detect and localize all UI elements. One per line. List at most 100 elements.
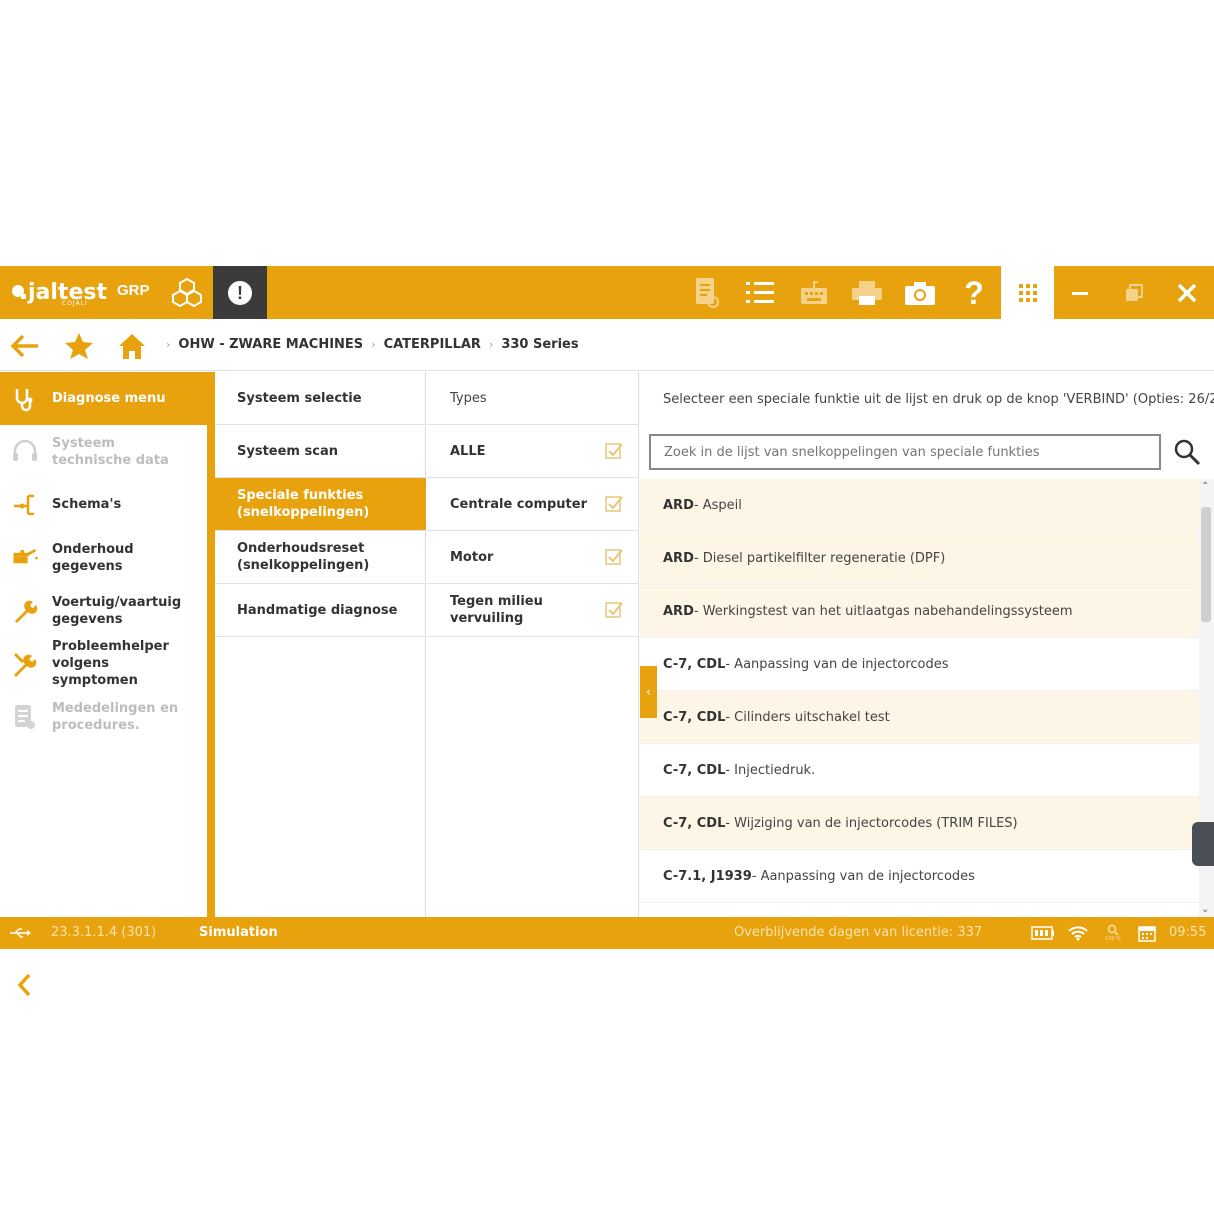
usb-icon: [8, 923, 32, 943]
scroll-up-icon[interactable]: ⌃: [1201, 481, 1209, 492]
sidebar: Diagnose menu Systeem technische data Sc…: [0, 372, 207, 997]
logo-mark-icon: [12, 285, 26, 299]
function-description: - Diesel partikelfilter regeneratie (DPF…: [693, 550, 946, 566]
apps-grid-button[interactable]: [1001, 266, 1054, 319]
sidebar-item-label: Schema's: [52, 497, 122, 512]
breadcrumb-item[interactable]: OHW - ZWARE MACHINES: [178, 337, 363, 352]
breadcrumb-item[interactable]: 330 Series: [501, 337, 578, 352]
selection-item-manual-diagnosis[interactable]: Handmatige diagnose: [215, 584, 426, 637]
favorites-star-icon[interactable]: [64, 331, 94, 361]
function-description: - Injectiedruk.: [725, 762, 816, 778]
sidebar-item-label: Onderhoud gegevens: [52, 541, 134, 574]
breadcrumb-item[interactable]: CATERPILLAR: [384, 337, 481, 352]
zoom-level-indicator: 100 %: [1101, 923, 1125, 943]
navigation-bar: › OHW - ZWARE MACHINES › CATERPILLAR › 3…: [0, 319, 1214, 371]
restore-button[interactable]: [1114, 274, 1154, 312]
side-drawer-tab[interactable]: [1192, 822, 1214, 866]
type-filter-item[interactable]: Motor: [427, 531, 639, 584]
type-filter-item[interactable]: ALLE: [427, 425, 639, 478]
type-filter-label: Tegen milieu vervuiling: [450, 594, 543, 626]
sidebar-divider: [207, 372, 215, 917]
function-code: ARD: [663, 497, 694, 513]
logo-subtext: COJALI: [62, 300, 88, 307]
oil-can-icon: [10, 543, 40, 573]
list-item[interactable]: C-7, CDL - Cilinders uitschakel test: [640, 691, 1200, 744]
camera-icon[interactable]: [901, 274, 939, 312]
function-code: ARD: [663, 550, 694, 566]
scrollbar-thumb[interactable]: [1201, 507, 1211, 622]
checkbox-checked-icon[interactable]: [605, 495, 623, 513]
function-code: C-7, CDL: [663, 656, 726, 672]
scroll-down-icon[interactable]: ⌄: [1201, 904, 1209, 915]
list-icon[interactable]: [741, 274, 779, 312]
sidebar-item-diagnose-menu[interactable]: Diagnose menu: [0, 372, 207, 425]
list-item[interactable]: C-7.1, J1939 - Aanpassing van de injecto…: [640, 850, 1200, 903]
wifi-icon: [1066, 923, 1090, 943]
document-search-icon[interactable]: [688, 274, 726, 312]
document-icon: [10, 702, 40, 732]
list-item[interactable]: C-7, CDL - Wijziging van de injectorcode…: [640, 797, 1200, 850]
exclamation-icon: !: [228, 280, 252, 305]
schema-icon: [10, 490, 40, 520]
selection-item-special-functions[interactable]: Speciale funkties (snelkoppelingen): [215, 478, 426, 531]
diagnose-icon: [10, 384, 40, 414]
function-code: ARD: [663, 603, 694, 619]
sidebar-item-system-tech-data[interactable]: Systeem technische data: [0, 425, 207, 478]
function-description: - Aanpassing van de injectorcodes: [725, 656, 949, 672]
type-filter-label: Motor: [450, 549, 494, 565]
breadcrumb: › OHW - ZWARE MACHINES › CATERPILLAR › 3…: [166, 337, 579, 352]
type-filter-label: Centrale computer: [450, 496, 587, 512]
type-filter-item[interactable]: Tegen milieu vervuiling: [427, 584, 639, 637]
version-text: 23.3.1.1.4 (301): [51, 925, 157, 940]
selection-item-system-scan[interactable]: Systeem scan: [215, 425, 426, 478]
cubes-icon[interactable]: [170, 276, 204, 310]
jaltest-app-window: jaltest COJALI GRP ! ? › OHW - ZWARE MAC…: [0, 266, 1214, 997]
sidebar-item-label: Voertuig/vaartuig gegevens: [52, 594, 182, 627]
status-bar: 23.3.1.1.4 (301) Simulation Overblijvend…: [0, 917, 1214, 949]
zoom-icon: [1107, 924, 1119, 936]
minimize-button[interactable]: [1060, 274, 1100, 312]
back-arrow-icon[interactable]: [10, 331, 40, 361]
list-item[interactable]: ARD - Aspeil: [640, 479, 1200, 532]
list-item[interactable]: ARD - Diesel partikelfilter regeneratie …: [640, 532, 1200, 585]
panel-toggle-chevron-icon[interactable]: ‹: [640, 666, 657, 718]
sidebar-item-notices-procedures[interactable]: Mededelingen en procedures.: [0, 690, 207, 743]
checkbox-checked-icon[interactable]: [605, 442, 623, 460]
sidebar-item-vehicle-data[interactable]: Voertuig/vaartuig gegevens: [0, 584, 207, 637]
function-description: - Werkingstest van het uitlaatgas nabeha…: [693, 603, 1073, 619]
close-icon: [1177, 283, 1197, 303]
keyboard-icon[interactable]: [795, 274, 833, 312]
sidebar-item-schemas[interactable]: Schema's: [0, 478, 207, 531]
function-code: C-7.1, J1939: [663, 868, 752, 884]
special-functions-panel: Selecteer een speciale funktie uit de li…: [640, 372, 1214, 917]
search-button[interactable]: [1171, 436, 1203, 468]
collapse-sidebar-chevron-icon[interactable]: [14, 970, 36, 1000]
alert-button[interactable]: !: [213, 266, 267, 319]
clock-text: 09:55: [1169, 925, 1207, 940]
selection-column: Systeem selectie Systeem scan Speciale f…: [215, 372, 426, 917]
checkbox-checked-icon[interactable]: [605, 548, 623, 566]
close-button[interactable]: [1167, 274, 1207, 312]
function-description: - Aanpassing van de injectorcodes: [751, 868, 975, 884]
tools-icon: [10, 649, 40, 679]
home-icon[interactable]: [117, 331, 147, 361]
checkbox-checked-icon[interactable]: [605, 601, 623, 619]
search-field[interactable]: [649, 434, 1161, 470]
type-filter-item[interactable]: Centrale computer: [427, 478, 639, 531]
function-description: - Wijziging van de injectorcodes (TRIM F…: [725, 815, 1018, 831]
sidebar-item-maintenance-data[interactable]: Onderhoud gegevens: [0, 531, 207, 584]
mode-status-text: Simulation: [199, 925, 278, 940]
list-item[interactable]: C-7, CDL - Injectiedruk.: [640, 744, 1200, 797]
list-item[interactable]: ARD - Werkingstest van het uitlaatgas na…: [640, 585, 1200, 638]
minimize-icon: [1072, 292, 1088, 295]
calendar-icon: [1135, 923, 1159, 943]
list-item[interactable]: C-7, CDL - Aanpassing van de injectorcod…: [640, 638, 1200, 691]
search-input[interactable]: [664, 444, 1159, 460]
selection-item-maintenance-reset[interactable]: Onderhoudsreset (snelkoppelingen): [215, 531, 426, 584]
selection-item-system-selection[interactable]: Systeem selectie: [215, 372, 426, 425]
function-code: C-7, CDL: [663, 709, 726, 725]
zoom-level-text: 100 %: [1105, 936, 1121, 942]
printer-icon[interactable]: [848, 274, 886, 312]
help-icon[interactable]: ?: [955, 274, 993, 312]
sidebar-item-problem-helper[interactable]: Probleemhelper volgens symptomen: [0, 637, 207, 690]
